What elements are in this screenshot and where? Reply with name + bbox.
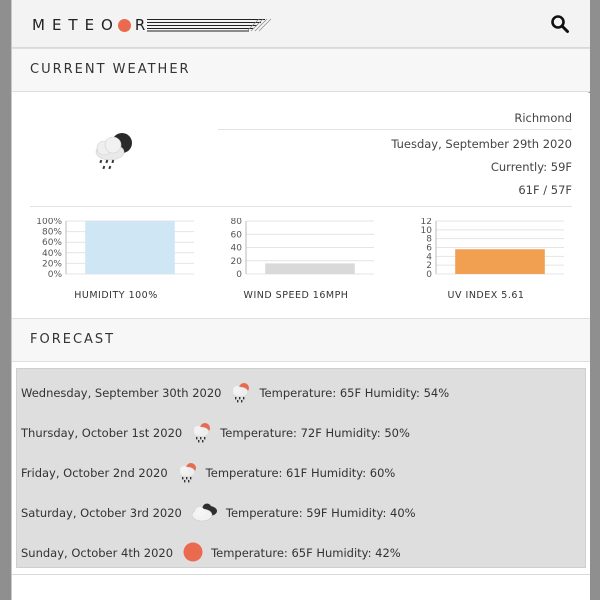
forecast-details: Temperature: 59F Humidity: 40% [225, 506, 416, 520]
gauge-tick-label: 20% [42, 259, 62, 269]
logo-streaks-icon [147, 18, 272, 32]
forecast-item: Friday, October 2nd 2020 Temperature: 61… [21, 461, 395, 485]
wind-speed-label: WIND SPEED 16MPH [243, 290, 349, 301]
forecast-item: Saturday, October 3rd 2020 Temperature: … [21, 501, 416, 525]
app-frame: METEO R CURRENT WEATHER Richmond Tuesday… [11, 0, 590, 600]
forecast-item: Wednesday, September 30th 2020 Temperatu… [21, 381, 449, 405]
gauge-tick-label: 60% [42, 238, 62, 248]
gauge-tick-label: 0% [48, 270, 63, 280]
forecast-date: Wednesday, September 30th 2020 [21, 386, 222, 400]
forecast-item: Thursday, October 1st 2020 Temperature: … [21, 421, 410, 445]
gauge-tick-label: 80 [231, 218, 243, 227]
night-rain-icon [88, 129, 136, 179]
current-weather-header: CURRENT WEATHER [12, 48, 590, 92]
forecast-date: Saturday, October 3rd 2020 [21, 506, 182, 520]
forecast-title: FORECAST [30, 332, 116, 347]
gauge-tick-label: 100% [36, 218, 62, 227]
gauge-tick-label: 40% [42, 249, 62, 259]
forecast-details: Temperature: 65F Humidity: 42% [211, 546, 401, 560]
logo-tail: R [134, 16, 146, 34]
sun-icon [181, 541, 205, 566]
forecast-header: FORECAST [12, 318, 590, 362]
gauge-tick-label: 40 [231, 244, 243, 254]
forecast-details: Temperature: 72F Humidity: 50% [220, 426, 410, 440]
forecast-date: Friday, October 2nd 2020 [21, 466, 168, 480]
section-divider [30, 206, 572, 207]
forecast-item: Sunday, October 4th 2020 Temperature: 65… [21, 541, 401, 565]
logo[interactable]: METEO R [32, 15, 272, 35]
uv-index-label: UV INDEX 5.61 [447, 290, 525, 301]
gauge-tick-label: 0 [236, 270, 242, 280]
sun-rain-icon [229, 381, 253, 406]
humidity-gauge: 100% 80% 60% 40% 20% 0% HUMIDITY 100% [30, 217, 202, 301]
sun-rain-icon [190, 421, 214, 446]
current-weather-title: CURRENT WEATHER [30, 62, 191, 77]
forecast-date: Sunday, October 4th 2020 [21, 546, 174, 560]
forecast-date: Thursday, October 1st 2020 [21, 426, 183, 440]
logo-text: METEO [32, 16, 120, 34]
forecast-details: Temperature: 61F Humidity: 60% [205, 466, 396, 480]
footer-divider [12, 574, 590, 575]
forecast-panel: Wednesday, September 30th 2020 Temperatu… [12, 362, 590, 600]
location-divider [218, 129, 572, 130]
gauge-bar [85, 221, 175, 274]
current-date: Tuesday, September 29th 2020 [391, 137, 572, 151]
gauge-bar [265, 263, 355, 274]
cloudy-icon [190, 501, 220, 526]
current-temp: Currently: 59F [490, 160, 572, 174]
location-name: Richmond [514, 111, 572, 125]
current-weather-panel: Richmond Tuesday, September 29th 2020 Cu… [12, 93, 590, 318]
gauge-tick-label: 80% [42, 228, 62, 238]
uv-index-gauge: 12 10 8 6 4 2 0 UV INDEX 5.61 [400, 217, 572, 301]
navbar: METEO R [12, 0, 590, 48]
search-icon[interactable] [550, 14, 570, 34]
forecast-list: Wednesday, September 30th 2020 Temperatu… [16, 368, 586, 568]
logo-sun-icon [117, 18, 131, 32]
forecast-details: Temperature: 65F Humidity: 54% [259, 386, 450, 400]
sun-rain-icon [176, 461, 200, 486]
humidity-label: HUMIDITY 100% [74, 290, 158, 301]
gauge-tick-label: 0 [426, 270, 432, 280]
gauge-tick-label: 20 [231, 257, 243, 267]
gauge-tick-label: 60 [231, 230, 243, 240]
wind-speed-gauge: 80 60 40 20 0 WIND SPEED 16MPH [210, 217, 382, 301]
gauge-bar [455, 249, 545, 274]
high-low-temp: 61F / 57F [518, 183, 572, 197]
